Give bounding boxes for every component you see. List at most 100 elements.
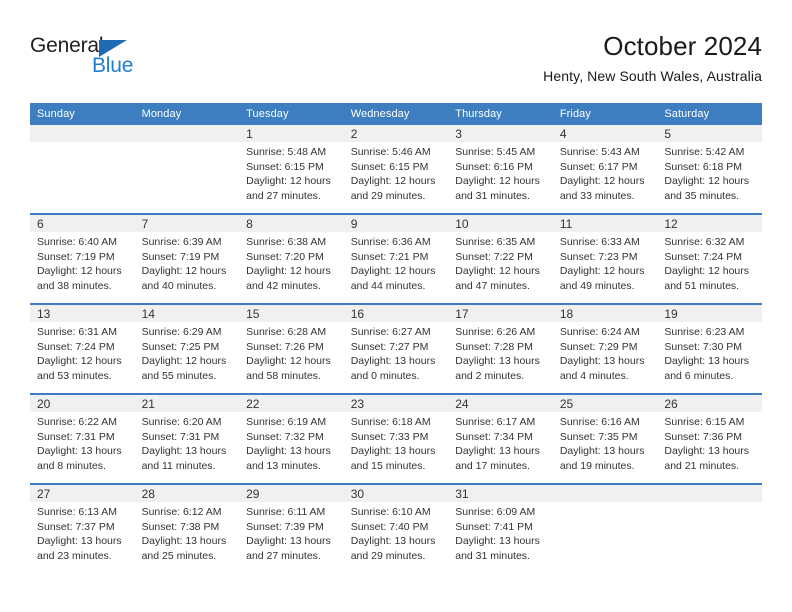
day-cell[interactable]: Sunrise: 6:40 AM Sunset: 7:19 PM Daylight:… [30, 232, 135, 303]
sunset-text: Sunset: 7:24 PM [37, 340, 115, 353]
daylight-text-line1: Daylight: 12 hours [37, 355, 122, 368]
day-number[interactable]: 8 [239, 215, 344, 232]
daylight-text-line1: Daylight: 12 hours [455, 175, 540, 188]
weekday-header-tuesday: Tuesday [239, 103, 344, 125]
day-cell[interactable]: Sunrise: 6:19 AM Sunset: 7:32 PM Daylight:… [239, 412, 344, 483]
sunset-text: Sunset: 7:31 PM [141, 430, 220, 443]
day-cell[interactable]: Sunrise: 6:38 AM Sunset: 7:20 PM Daylight:… [239, 232, 344, 303]
daylight-text-line1: Daylight: 12 hours [455, 265, 540, 278]
day-number[interactable]: 19 [657, 305, 762, 322]
day-cell[interactable]: Sunrise: 6:29 AM Sunset: 7:25 PM Daylight:… [134, 322, 240, 393]
day-cell[interactable]: Sunrise: 6:11 AM Sunset: 7:39 PM Daylight:… [239, 502, 344, 573]
daylight-text-line2: and 40 minutes. [141, 279, 217, 292]
sunrise-text: Sunrise: 6:26 AM [455, 326, 536, 338]
day-cell[interactable]: Sunrise: 6:35 AM Sunset: 7:22 PM Daylight:… [448, 232, 553, 303]
day-number[interactable]: 17 [448, 305, 553, 322]
day-number[interactable]: 2 [343, 125, 449, 142]
day-number[interactable]: 21 [134, 395, 240, 412]
day-number[interactable]: 9 [343, 215, 449, 232]
day-cell[interactable]: Sunrise: 6:26 AM Sunset: 7:28 PM Daylight:… [448, 322, 553, 393]
day-cell[interactable]: Sunrise: 6:10 AM Sunset: 7:40 PM Daylight:… [343, 502, 449, 573]
day-cell[interactable]: Sunrise: 5:43 AM Sunset: 6:17 PM Daylight:… [552, 142, 658, 213]
calendar-table: Sunday Monday Tuesday Wednesday Thursday… [30, 103, 762, 573]
daylight-text-line1: Daylight: 12 hours [559, 175, 645, 188]
page-subtitle: Henty, New South Wales, Australia [543, 68, 762, 84]
day-number[interactable]: 23 [343, 395, 449, 412]
day-number[interactable]: 5 [657, 125, 762, 142]
day-cell[interactable]: Sunrise: 6:09 AM Sunset: 7:41 PM Daylight:… [448, 502, 553, 573]
day-cell[interactable]: Sunrise: 6:24 AM Sunset: 7:29 PM Daylight:… [552, 322, 658, 393]
day-cell[interactable]: Sunrise: 6:16 AM Sunset: 7:35 PM Daylight:… [552, 412, 658, 483]
day-cell[interactable]: Sunrise: 6:15 AM Sunset: 7:36 PM Daylight:… [657, 412, 762, 483]
day-cell[interactable]: Sunrise: 6:36 AM Sunset: 7:21 PM Daylight:… [343, 232, 449, 303]
day-cell[interactable]: Sunrise: 6:20 AM Sunset: 7:31 PM Daylight:… [134, 412, 240, 483]
week-date-number-row: 27 28 29 30 31 [30, 485, 762, 502]
sunset-text: Sunset: 7:19 PM [37, 250, 115, 263]
day-cell[interactable]: Sunrise: 6:23 AM Sunset: 7:30 PM Daylight:… [657, 322, 762, 393]
day-cell[interactable]: Sunrise: 6:39 AM Sunset: 7:19 PM Daylight:… [134, 232, 240, 303]
day-number[interactable]: 29 [239, 485, 344, 502]
day-number[interactable]: 26 [657, 395, 762, 412]
sunset-text: Sunset: 7:29 PM [559, 340, 638, 353]
daylight-text-line1: Daylight: 12 hours [246, 265, 331, 278]
day-cell[interactable]: Sunrise: 6:27 AM Sunset: 7:27 PM Daylight:… [343, 322, 449, 393]
day-number[interactable]: 10 [448, 215, 553, 232]
day-number[interactable]: 7 [134, 215, 240, 232]
day-cell[interactable]: Sunrise: 6:13 AM Sunset: 7:37 PM Daylight:… [30, 502, 135, 573]
day-number[interactable]: 13 [30, 305, 135, 322]
day-cell[interactable]: Sunrise: 6:22 AM Sunset: 7:31 PM Daylight:… [30, 412, 135, 483]
daylight-text-line1: Daylight: 12 hours [350, 265, 436, 278]
week-detail-row: Sunrise: 6:13 AM Sunset: 7:37 PM Daylight:… [30, 502, 762, 573]
daylight-text-line1: Daylight: 12 hours [141, 355, 227, 368]
day-number[interactable]: 30 [343, 485, 449, 502]
day-number[interactable]: 25 [552, 395, 658, 412]
day-cell[interactable]: Sunrise: 6:17 AM Sunset: 7:34 PM Daylight:… [448, 412, 553, 483]
weekday-header-sunday: Sunday [30, 103, 135, 125]
day-number[interactable]: 18 [552, 305, 658, 322]
sunset-text: Sunset: 7:41 PM [455, 520, 533, 533]
day-number[interactable]: 12 [657, 215, 762, 232]
daylight-text-line2: and 11 minutes. [141, 459, 216, 472]
daylight-text-line2: and 0 minutes. [350, 369, 420, 382]
day-cell[interactable]: Sunrise: 5:46 AM Sunset: 6:15 PM Daylight:… [343, 142, 449, 213]
day-number[interactable]: 14 [134, 305, 240, 322]
day-number[interactable]: 28 [134, 485, 240, 502]
day-cell[interactable]: Sunrise: 6:32 AM Sunset: 7:24 PM Daylight:… [657, 232, 762, 303]
day-number-empty [552, 485, 658, 502]
day-number[interactable]: 1 [239, 125, 344, 142]
daylight-text-line2: and 51 minutes. [664, 279, 740, 292]
day-number[interactable]: 27 [30, 485, 135, 502]
sunset-text: Sunset: 7:32 PM [246, 430, 324, 443]
day-cell[interactable]: Sunrise: 6:33 AM Sunset: 7:23 PM Daylight:… [552, 232, 658, 303]
day-number[interactable]: 22 [239, 395, 344, 412]
sunrise-text: Sunrise: 6:19 AM [246, 416, 327, 428]
sunrise-text: Sunrise: 6:20 AM [141, 416, 222, 428]
day-number[interactable]: 6 [30, 215, 135, 232]
sunrise-text: Sunrise: 6:10 AM [350, 506, 431, 518]
general-blue-logo[interactable]: General Blue [30, 34, 230, 90]
day-cell[interactable]: Sunrise: 5:42 AM Sunset: 6:18 PM Daylight:… [657, 142, 762, 213]
daylight-text-line1: Daylight: 12 hours [246, 175, 331, 188]
day-number[interactable]: 11 [552, 215, 658, 232]
sunrise-text: Sunrise: 5:43 AM [559, 146, 640, 158]
day-number[interactable]: 20 [30, 395, 135, 412]
day-number[interactable]: 4 [552, 125, 658, 142]
daylight-text-line2: and 25 minutes. [141, 549, 217, 562]
day-number[interactable]: 24 [448, 395, 553, 412]
sunset-text: Sunset: 6:17 PM [559, 160, 638, 173]
day-number[interactable]: 16 [343, 305, 449, 322]
sunset-text: Sunset: 7:25 PM [141, 340, 220, 353]
day-cell[interactable]: Sunrise: 6:12 AM Sunset: 7:38 PM Daylight:… [134, 502, 240, 573]
day-cell[interactable]: Sunrise: 6:18 AM Sunset: 7:33 PM Daylight:… [343, 412, 449, 483]
day-cell[interactable]: Sunrise: 5:45 AM Sunset: 6:16 PM Daylight:… [448, 142, 553, 213]
day-cell-empty [134, 142, 240, 213]
day-cell[interactable]: Sunrise: 6:28 AM Sunset: 7:26 PM Daylight:… [239, 322, 344, 393]
day-number[interactable]: 31 [448, 485, 553, 502]
daylight-text-line1: Daylight: 13 hours [246, 445, 331, 458]
day-cell[interactable]: Sunrise: 5:48 AM Sunset: 6:15 PM Daylight:… [239, 142, 344, 213]
day-number[interactable]: 3 [448, 125, 553, 142]
day-number[interactable]: 15 [239, 305, 344, 322]
day-cell[interactable]: Sunrise: 6:31 AM Sunset: 7:24 PM Daylight:… [30, 322, 135, 393]
daylight-text-line1: Daylight: 13 hours [559, 445, 645, 458]
daylight-text-line2: and 29 minutes. [350, 189, 426, 202]
